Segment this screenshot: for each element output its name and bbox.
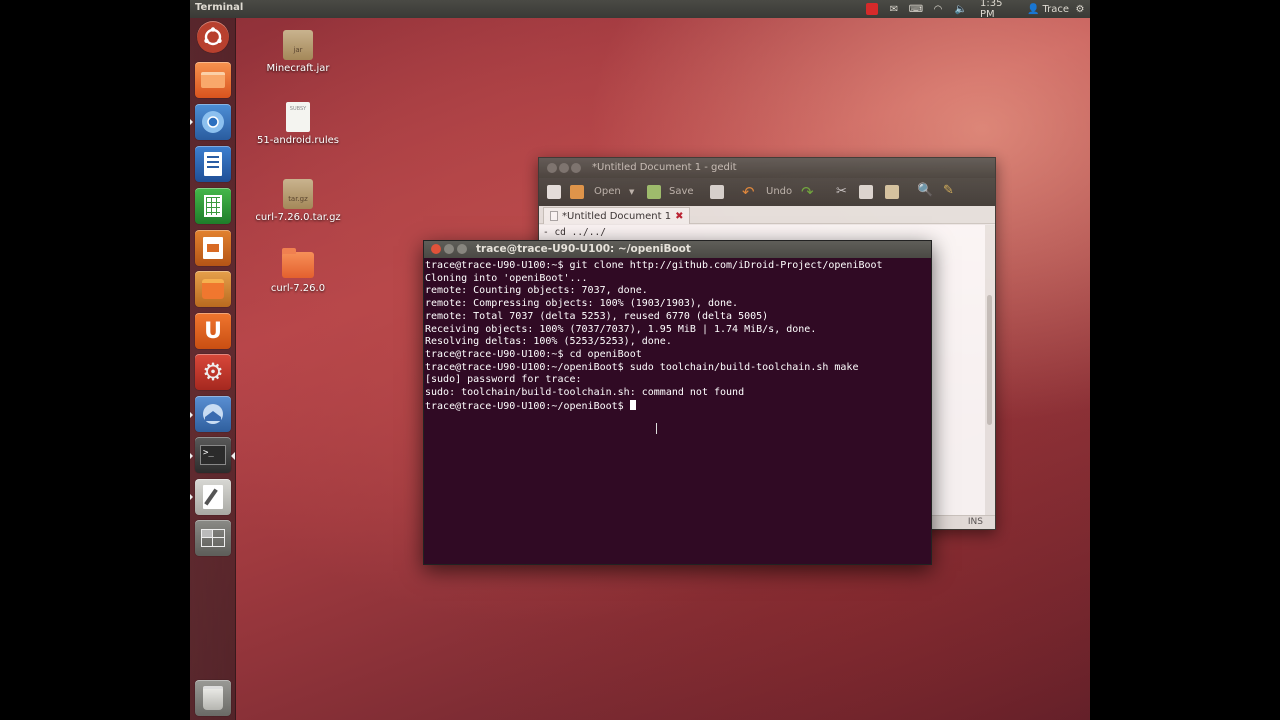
running-indicator <box>190 119 193 125</box>
maximize-icon[interactable] <box>457 244 467 254</box>
folder-icon <box>282 248 314 278</box>
workspace-switcher-icon[interactable] <box>195 520 231 556</box>
desktop-file-label: curl-7.26.0 <box>270 283 326 294</box>
cut-icon[interactable]: ✂ <box>836 184 847 199</box>
desktop-file-curl-tar-gz[interactable]: tar.gz curl-7.26.0.tar.gz <box>253 179 343 223</box>
chromium-icon[interactable] <box>195 104 231 140</box>
mouse-ibeam-cursor <box>656 423 658 434</box>
launcher: U ⚙ >_ <box>190 18 236 720</box>
desktop-folder-curl[interactable]: curl-7.26.0 <box>253 248 343 294</box>
indicator-red-icon[interactable] <box>864 0 880 18</box>
close-tab-icon[interactable]: ✖ <box>675 211 683 222</box>
keyboard-icon[interactable]: ⌨ <box>908 0 924 18</box>
gedit-toolbar: Open ▼ Save ↶ Undo ↷ ✂ 🔍 ✎ <box>539 178 995 206</box>
terminal-line: remote: Compressing objects: 100% (1903/… <box>425 298 739 310</box>
tab-label: *Untitled Document 1 <box>562 210 672 222</box>
desktop-file-android-rules[interactable]: SUBSY 51-android.rules <box>253 102 343 146</box>
text-file-icon: SUBSY <box>286 102 310 132</box>
text-editor-icon[interactable] <box>195 479 231 515</box>
terminal-line: [sudo] password for trace: <box>425 374 582 386</box>
desktop-file-label: Minecraft.jar <box>266 63 330 74</box>
gedit-title: *Untitled Document 1 - gedit <box>592 162 737 173</box>
desktop-file-minecraft-jar[interactable]: jar Minecraft.jar <box>253 30 343 74</box>
find-icon[interactable]: 🔍 <box>917 183 933 198</box>
terminal-line: Resolving deltas: 100% (5253/5253), done… <box>425 336 672 348</box>
minimize-icon[interactable] <box>444 244 454 254</box>
terminal-prompt: trace@trace-U90-U100:~/openiBoot$ <box>425 400 630 412</box>
terminal-window[interactable]: trace@trace-U90-U100: ~/openiBoot trace@… <box>423 240 932 565</box>
text-cursor <box>629 399 636 410</box>
active-app-title: Terminal <box>195 2 244 13</box>
terminal-line: sudo: toolchain/build-toolchain.sh: comm… <box>425 387 745 399</box>
save-icon[interactable] <box>647 185 661 199</box>
maximize-icon[interactable] <box>571 163 581 173</box>
thunderbird-icon[interactable] <box>195 396 231 432</box>
archive-icon: jar <box>283 30 313 60</box>
terminal-line: trace@trace-U90-U100:~/openiBoot$ sudo t… <box>425 361 859 373</box>
clock[interactable]: 1:35 PM <box>980 0 1020 20</box>
terminal-title: trace@trace-U90-U100: ~/openiBoot <box>476 243 691 255</box>
terminal-icon[interactable]: >_ <box>195 437 231 473</box>
open-button[interactable]: Open <box>594 186 621 197</box>
volume-icon[interactable]: 🔈 <box>952 0 970 18</box>
close-icon[interactable] <box>431 244 441 254</box>
archive-icon: tar.gz <box>283 179 313 209</box>
terminal-line: Receiving objects: 100% (7037/7037), 1.9… <box>425 323 817 335</box>
terminal-line: remote: Counting objects: 7037, done. <box>425 285 648 297</box>
undo-icon[interactable]: ↶ <box>742 183 755 201</box>
terminal-line: remote: Total 7037 (delta 5253), reused … <box>425 310 769 322</box>
redo-icon[interactable]: ↷ <box>801 183 814 201</box>
print-icon[interactable] <box>710 185 724 199</box>
new-document-icon[interactable] <box>547 185 561 199</box>
minimize-icon[interactable] <box>559 163 569 173</box>
ubuntu-one-icon[interactable]: U <box>195 313 231 349</box>
gear-icon[interactable]: ⚙ <box>1072 0 1088 18</box>
scrollbar-thumb[interactable] <box>987 295 992 425</box>
terminal-line: trace@trace-U90-U100:~$ cd openiBoot <box>425 348 642 360</box>
running-indicator <box>190 494 193 500</box>
system-settings-icon[interactable]: ⚙ <box>195 354 231 390</box>
files-icon[interactable] <box>195 62 231 98</box>
gedit-scrollbar[interactable] <box>985 225 995 517</box>
wifi-icon[interactable]: ◠ <box>930 0 946 18</box>
terminal-prompt-line[interactable]: trace@trace-U90-U100:~/openiBoot$ <box>425 399 930 414</box>
gedit-titlebar[interactable]: *Untitled Document 1 - gedit <box>539 158 995 178</box>
save-button[interactable]: Save <box>669 186 694 197</box>
trash-icon[interactable] <box>195 680 231 716</box>
mail-icon[interactable]: ✉ <box>886 0 902 18</box>
desktop-screen: Terminal ✉ ⌨ ◠ 🔈 1:35 PM 👤 Trace ⚙ U ⚙ >… <box>190 0 1090 720</box>
desktop-file-label: curl-7.26.0.tar.gz <box>255 212 341 223</box>
undo-button[interactable]: Undo <box>766 186 792 197</box>
focused-indicator <box>231 452 235 460</box>
replace-icon[interactable]: ✎ <box>943 183 954 198</box>
copy-icon[interactable] <box>859 185 873 199</box>
user-icon: 👤 <box>1027 3 1040 15</box>
software-center-icon[interactable] <box>195 271 231 307</box>
terminal-line: trace@trace-U90-U100:~$ git clone http:/… <box>425 260 883 271</box>
open-icon[interactable] <box>570 185 584 199</box>
desktop-file-label: 51-android.rules <box>256 135 340 146</box>
terminal-titlebar[interactable]: trace@trace-U90-U100: ~/openiBoot <box>424 241 931 258</box>
running-indicator <box>190 412 193 418</box>
insert-mode-indicator: INS <box>967 517 983 527</box>
top-panel: Terminal ✉ ⌨ ◠ 🔈 1:35 PM 👤 Trace ⚙ <box>190 0 1090 20</box>
chevron-down-icon[interactable]: ▼ <box>629 188 634 196</box>
user-menu[interactable]: 👤 Trace <box>1024 0 1072 18</box>
terminal-line: Cloning into 'openiBoot'... <box>425 272 588 284</box>
running-indicator <box>190 453 193 459</box>
terminal-output[interactable]: trace@trace-U90-U100:~$ git clone http:/… <box>424 258 931 564</box>
writer-icon[interactable] <box>195 146 231 182</box>
calc-icon[interactable] <box>195 188 231 224</box>
close-icon[interactable] <box>547 163 557 173</box>
gedit-tab-bar: *Untitled Document 1 ✖ <box>539 206 995 224</box>
impress-icon[interactable] <box>195 230 231 266</box>
user-name: Trace <box>1042 3 1069 15</box>
paste-icon[interactable] <box>885 185 899 199</box>
document-icon <box>550 211 558 221</box>
dash-home-icon[interactable] <box>197 21 229 53</box>
gedit-document-tab[interactable]: *Untitled Document 1 ✖ <box>543 207 691 224</box>
